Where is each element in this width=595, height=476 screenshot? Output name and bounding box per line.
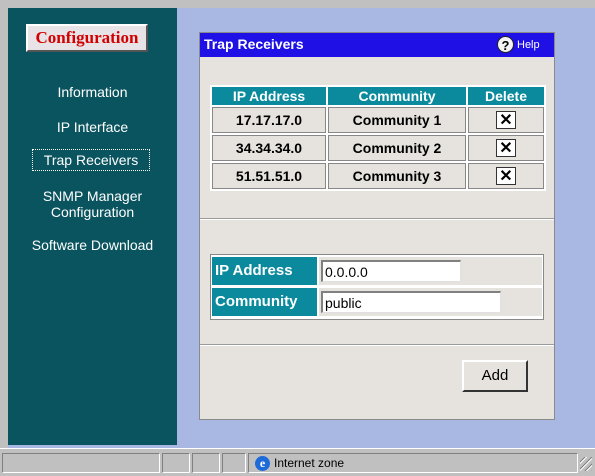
table-row: 51.51.51.0 Community 3 ✕: [212, 163, 544, 189]
zone-segment: e Internet zone: [248, 453, 578, 473]
add-receiver-form: IP Address Community: [210, 254, 544, 320]
status-segment: [2, 453, 160, 473]
x-icon[interactable]: ✕: [496, 111, 516, 130]
cell-ip: 51.51.51.0: [212, 163, 326, 189]
window-frame-left: [0, 0, 8, 450]
community-input[interactable]: [321, 291, 501, 313]
ip-address-label: IP Address: [212, 257, 317, 285]
status-segment: [222, 453, 246, 473]
cell-ip: 17.17.17.0: [212, 107, 326, 133]
status-bar: e Internet zone: [0, 448, 595, 476]
resize-grip-icon[interactable]: [580, 457, 592, 471]
sidebar-item-software-download[interactable]: Software Download: [8, 237, 177, 253]
sidebar: [8, 8, 177, 445]
column-header-delete: Delete: [468, 87, 544, 105]
window-frame-top: [0, 0, 595, 8]
panel-header: Trap Receivers ? Help: [200, 33, 554, 57]
trap-receivers-table: IP Address Community Delete 17.17.17.0 C…: [210, 85, 546, 191]
status-segment: [162, 453, 190, 473]
column-header-community: Community: [328, 87, 466, 105]
divider: [200, 344, 554, 346]
cell-community: Community 1: [328, 107, 466, 133]
status-segment: [192, 453, 220, 473]
help-icon[interactable]: ?: [497, 36, 514, 53]
table-header-row: IP Address Community Delete: [212, 87, 544, 105]
sidebar-item-information[interactable]: Information: [8, 84, 177, 100]
zone-text: Internet zone: [274, 456, 345, 470]
sidebar-item-ip-interface[interactable]: IP Interface: [8, 119, 177, 135]
cell-ip: 34.34.34.0: [212, 135, 326, 161]
table-row: 17.17.17.0 Community 1 ✕: [212, 107, 544, 133]
x-icon[interactable]: ✕: [496, 167, 516, 186]
help-link[interactable]: Help: [517, 39, 540, 51]
community-label: Community: [212, 288, 317, 316]
cell-delete: ✕: [468, 163, 544, 189]
x-icon[interactable]: ✕: [496, 139, 516, 158]
ie-icon: e: [255, 456, 270, 471]
cell-community: Community 2: [328, 135, 466, 161]
configuration-tab[interactable]: Configuration: [26, 24, 148, 52]
add-button[interactable]: Add: [462, 360, 528, 392]
column-header-ip: IP Address: [212, 87, 326, 105]
trap-receivers-panel: Trap Receivers ? Help IP Address Communi…: [199, 32, 555, 420]
ip-address-input[interactable]: [321, 260, 461, 282]
cell-community: Community 3: [328, 163, 466, 189]
cell-delete: ✕: [468, 135, 544, 161]
panel-title: Trap Receivers: [204, 36, 304, 52]
table-row: 34.34.34.0 Community 2 ✕: [212, 135, 544, 161]
cell-delete: ✕: [468, 107, 544, 133]
community-cell: [319, 288, 542, 316]
sidebar-item-snmp-manager[interactable]: SNMP Manager Configuration: [8, 188, 177, 220]
divider: [200, 218, 554, 220]
ip-address-cell: [319, 257, 542, 285]
sidebar-item-trap-receivers[interactable]: Trap Receivers: [32, 149, 150, 171]
